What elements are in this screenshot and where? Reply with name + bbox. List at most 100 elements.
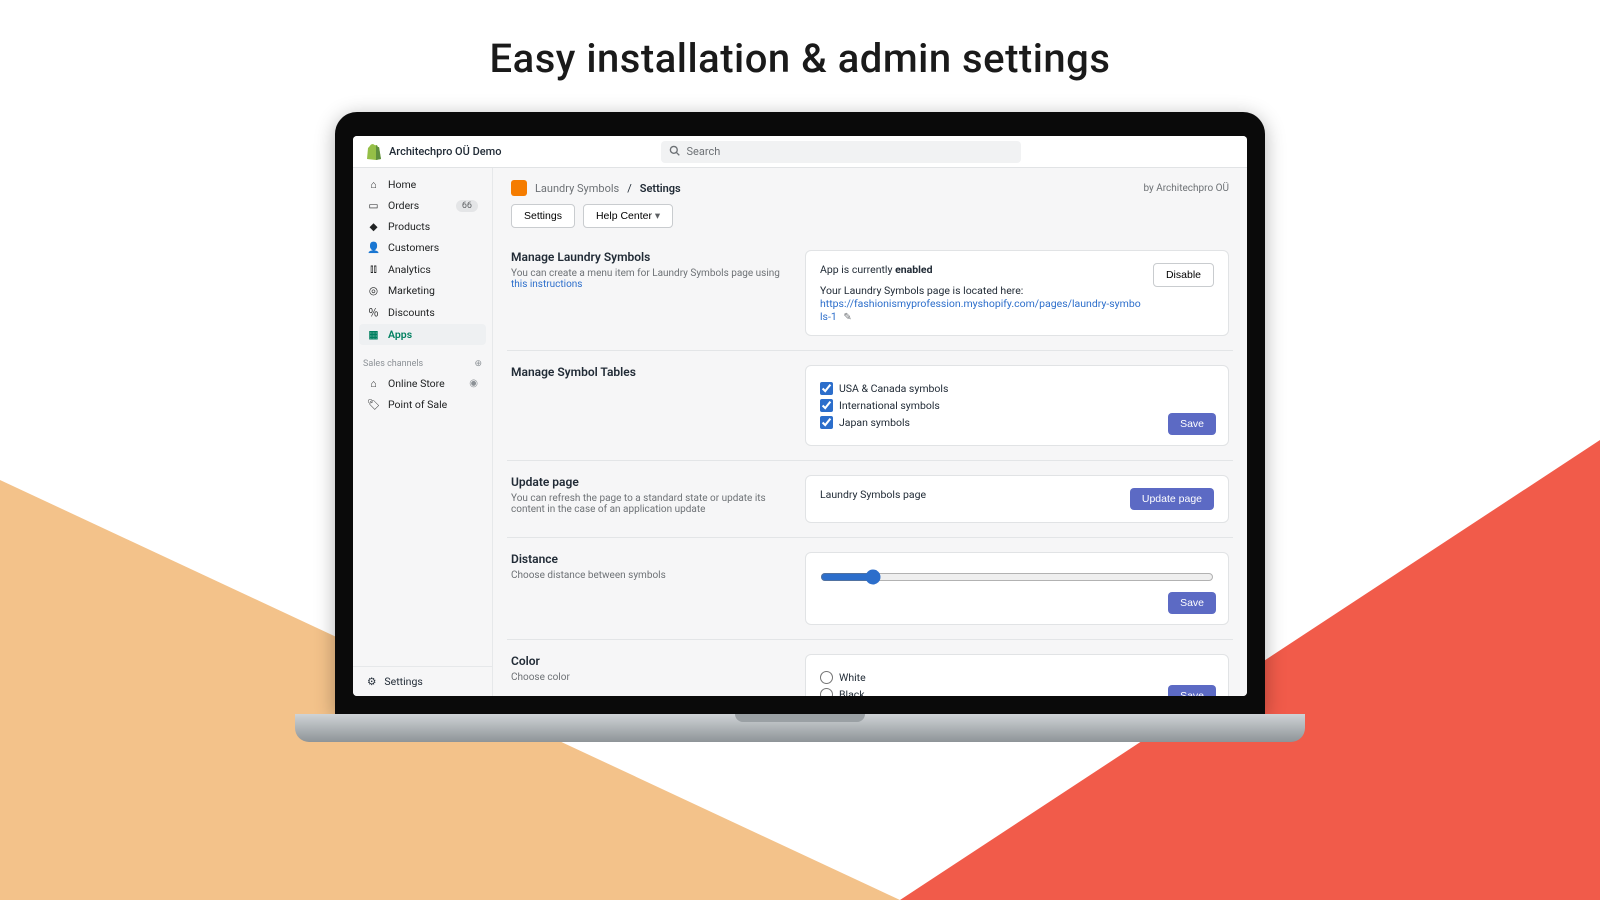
sales-channels-heading: Sales channels ⊕ — [353, 351, 492, 373]
breadcrumb: Laundry Symbols / Settings — [511, 180, 681, 196]
section-title: Distance — [511, 552, 791, 566]
update-card-label: Laundry Symbols page — [820, 488, 926, 501]
sidebar-item-label: Discounts — [388, 306, 435, 319]
save-distance-button[interactable]: Save — [1168, 592, 1216, 614]
section-title: Manage Laundry Symbols — [511, 250, 791, 264]
discounts-icon: ％ — [367, 305, 380, 320]
section-symbol-tables: Manage Symbol Tables USA & Canada symbol… — [507, 351, 1233, 461]
topbar: Architechpro OÜ Demo Search — [353, 136, 1247, 168]
search-input[interactable]: Search — [661, 141, 1021, 163]
sidebar-item-apps[interactable]: ▦ Apps — [359, 324, 486, 345]
home-icon: ⌂ — [367, 178, 380, 191]
section-title: Color — [511, 654, 791, 668]
marketing-icon: ◎ — [367, 284, 380, 297]
update-card: Laundry Symbols page Update page — [805, 475, 1229, 523]
app-author: by Architechpro OÜ — [1143, 183, 1229, 194]
section-manage-symbols: Manage Laundry Symbols You can create a … — [507, 236, 1233, 351]
checkbox-input[interactable] — [820, 399, 833, 412]
checkbox-japan[interactable]: Japan symbols — [820, 416, 1214, 429]
page-toolbar: Settings Help Center — [507, 204, 1233, 236]
sidebar-item-pos[interactable]: 🏷 Point of Sale — [359, 394, 486, 415]
customers-icon: 👤 — [367, 241, 380, 254]
app-status-text: App is currently enabled — [820, 263, 1143, 276]
color-card: White Black Save — [805, 654, 1229, 696]
section-title: Manage Symbol Tables — [511, 365, 791, 379]
store-name: Architechpro OÜ Demo — [389, 145, 501, 158]
checkbox-usa-canada[interactable]: USA & Canada symbols — [820, 382, 1214, 395]
sidebar-item-label: Point of Sale — [388, 398, 447, 411]
sidebar-item-analytics[interactable]: ⫾⫾ Analytics — [359, 258, 486, 280]
checkbox-label: Japan symbols — [839, 416, 910, 429]
hero-title: Easy installation & admin settings — [0, 0, 1600, 112]
section-description: Choose color — [511, 672, 791, 683]
gear-icon: ⚙ — [367, 675, 376, 688]
products-icon: ◆ — [367, 220, 380, 233]
sidebar-item-label: Settings — [384, 675, 422, 688]
sidebar-item-label: Products — [388, 220, 430, 233]
crumb-app[interactable]: Laundry Symbols — [535, 182, 619, 195]
sidebar-item-label: Analytics — [388, 263, 431, 276]
store-brand[interactable]: Architechpro OÜ Demo — [367, 144, 501, 160]
settings-button[interactable]: Settings — [511, 204, 575, 228]
search-icon — [669, 145, 680, 159]
sidebar-item-label: Apps — [388, 328, 412, 341]
checkbox-input[interactable] — [820, 416, 833, 429]
analytics-icon: ⫾⫾ — [367, 262, 380, 276]
radio-black[interactable]: Black — [820, 688, 1214, 696]
distance-slider[interactable] — [820, 569, 1214, 585]
radio-input[interactable] — [820, 671, 833, 684]
section-description: Choose distance between symbols — [511, 570, 791, 581]
update-page-button[interactable]: Update page — [1130, 488, 1214, 510]
help-center-dropdown[interactable]: Help Center — [583, 204, 673, 228]
laptop-base — [295, 714, 1305, 742]
section-title: Update page — [511, 475, 791, 489]
radio-label: White — [839, 671, 866, 684]
sidebar-item-label: Home — [388, 178, 416, 191]
radio-label: Black — [839, 688, 865, 696]
app-icon — [511, 180, 527, 196]
checkbox-label: USA & Canada symbols — [839, 382, 948, 395]
section-color: Color Choose color White Black — [507, 640, 1233, 696]
symbols-page-link[interactable]: https://fashionismyprofession.myshopify.… — [820, 297, 1141, 323]
crumb-page: Settings — [640, 182, 681, 195]
sidebar-item-settings[interactable]: ⚙ Settings — [353, 666, 492, 696]
sidebar-item-label: Marketing — [388, 284, 435, 297]
sidebar-item-label: Online Store — [388, 377, 445, 390]
sidebar-item-discounts[interactable]: ％ Discounts — [359, 301, 486, 324]
distance-card: Save — [805, 552, 1229, 625]
section-description: You can refresh the page to a standard s… — [511, 493, 791, 515]
sidebar-item-label: Customers — [388, 241, 439, 254]
section-description: You can create a menu item for Laundry S… — [511, 268, 791, 290]
checkbox-label: International symbols — [839, 399, 940, 412]
section-update-page: Update page You can refresh the page to … — [507, 461, 1233, 538]
save-color-button[interactable]: Save — [1168, 685, 1216, 696]
main-content: Laundry Symbols / Settings by Architechp… — [493, 168, 1247, 696]
edit-url-icon[interactable]: ✎ — [843, 312, 851, 323]
status-card: App is currently enabled Your Laundry Sy… — [805, 250, 1229, 336]
online-store-icon: ⌂ — [367, 377, 380, 390]
shopify-logo-icon — [367, 144, 381, 160]
checkbox-international[interactable]: International symbols — [820, 399, 1214, 412]
checkbox-input[interactable] — [820, 382, 833, 395]
save-tables-button[interactable]: Save — [1168, 413, 1216, 435]
page-location-label: Your Laundry Symbols page is located her… — [820, 284, 1143, 297]
radio-white[interactable]: White — [820, 671, 1214, 684]
disable-button[interactable]: Disable — [1153, 263, 1214, 287]
search-placeholder: Search — [686, 145, 720, 158]
sidebar-item-products[interactable]: ◆ Products — [359, 216, 486, 237]
section-distance: Distance Choose distance between symbols… — [507, 538, 1233, 640]
orders-badge: 66 — [456, 200, 478, 212]
preview-icon[interactable]: ◉ — [469, 378, 478, 389]
instructions-link[interactable]: this instructions — [511, 279, 582, 290]
laptop-mockup: Architechpro OÜ Demo Search ⌂ Home — [335, 112, 1265, 756]
sidebar-item-orders[interactable]: ▭ Orders 66 — [359, 195, 486, 216]
add-channel-icon[interactable]: ⊕ — [474, 359, 482, 369]
sidebar-item-customers[interactable]: 👤 Customers — [359, 237, 486, 258]
orders-icon: ▭ — [367, 199, 380, 212]
tables-card: USA & Canada symbols International symbo… — [805, 365, 1229, 446]
sidebar-item-marketing[interactable]: ◎ Marketing — [359, 280, 486, 301]
sidebar-item-online-store[interactable]: ⌂ Online Store ◉ — [359, 373, 486, 394]
apps-icon: ▦ — [367, 328, 380, 341]
sidebar-item-home[interactable]: ⌂ Home — [359, 174, 486, 195]
radio-input[interactable] — [820, 688, 833, 696]
